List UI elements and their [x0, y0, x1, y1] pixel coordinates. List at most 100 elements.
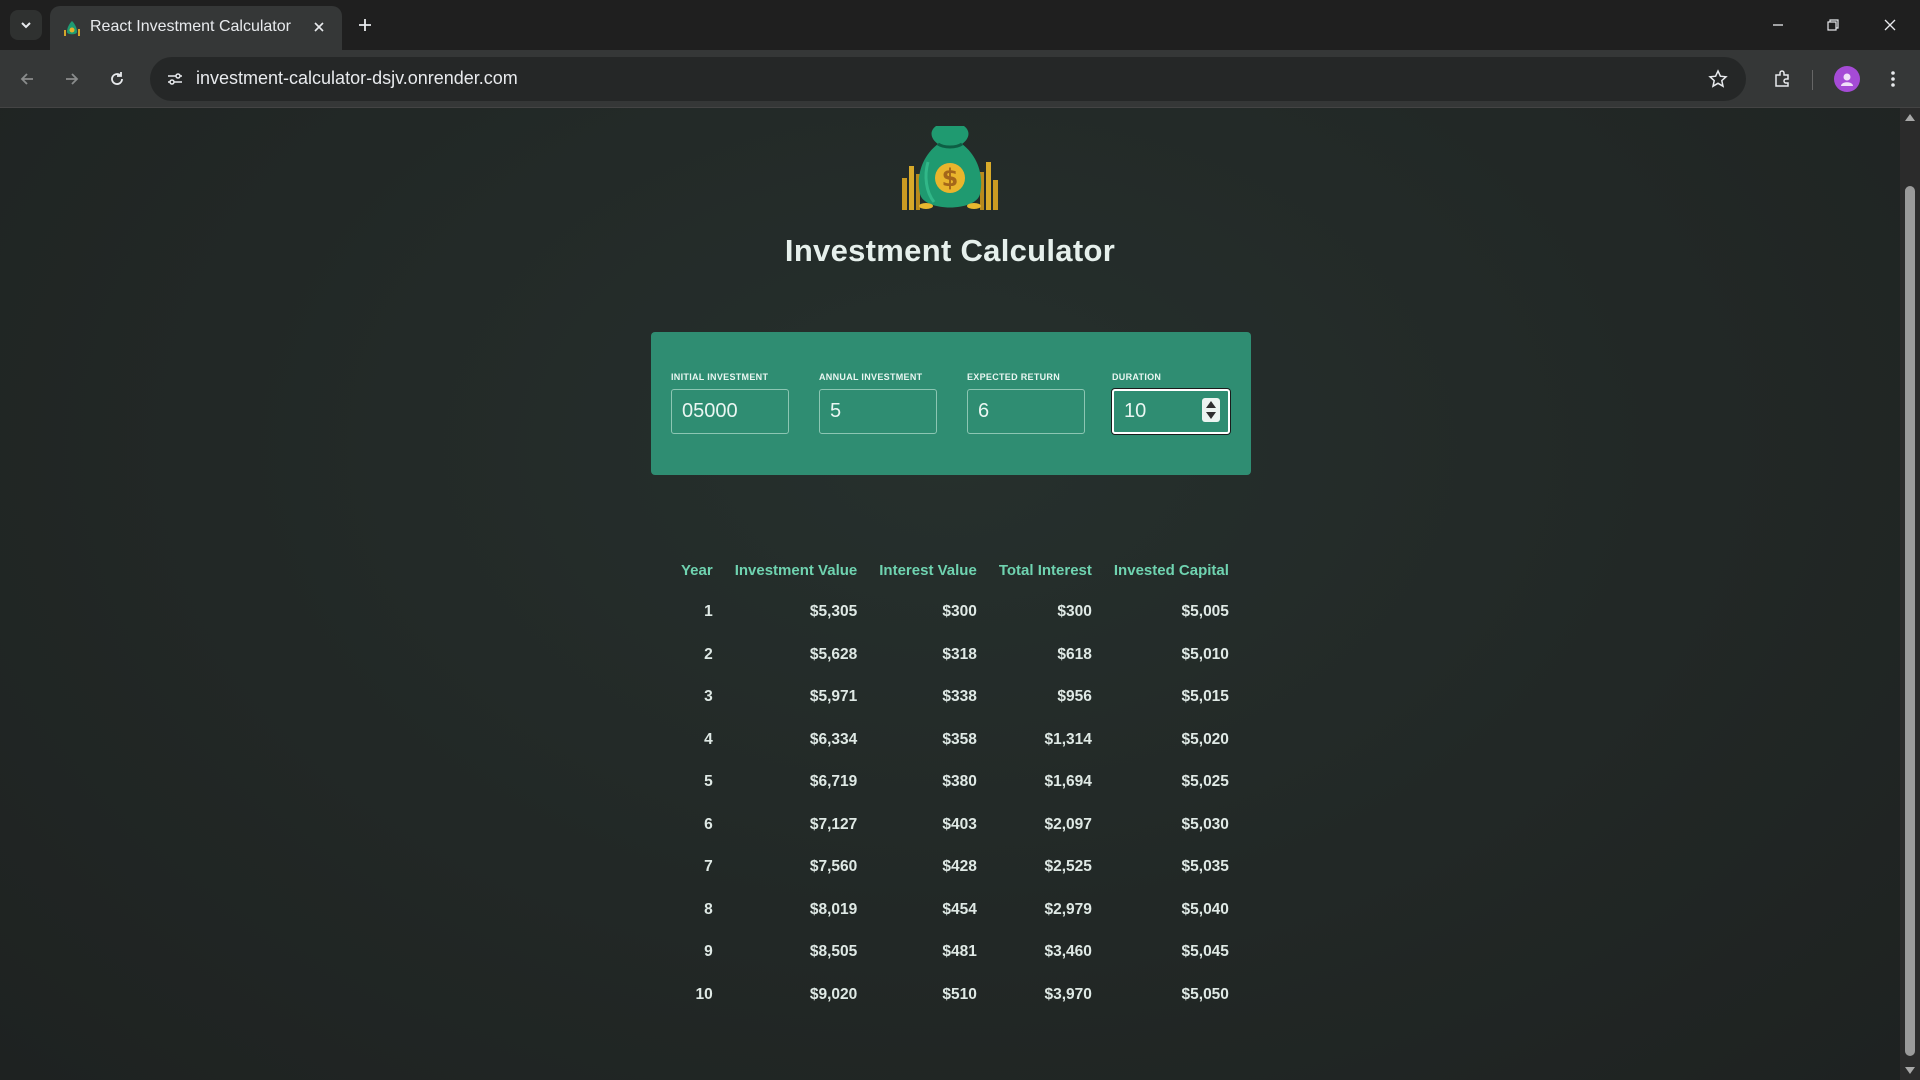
- interest-value-cell: $403: [942, 815, 977, 833]
- money-bag-icon: $: [902, 126, 998, 210]
- invested-capital-cell: $5,025: [1181, 773, 1229, 791]
- minimize-icon: [1773, 24, 1783, 26]
- invested-capital-cell: $5,015: [1181, 688, 1229, 706]
- table-row: 1 $5,305 $300 $300 $5,005: [670, 591, 1240, 634]
- scroll-down-arrow-icon[interactable]: [1905, 1067, 1915, 1074]
- year-cell: 9: [704, 943, 713, 961]
- site-info-button[interactable]: [160, 64, 190, 94]
- invested-capital-cell: $5,005: [1181, 603, 1229, 621]
- invested-capital-cell: $5,010: [1181, 645, 1229, 663]
- initial-investment-label: INITIAL INVESTMENT: [671, 372, 769, 382]
- total-interest-cell: $1,314: [1044, 730, 1092, 748]
- url-text[interactable]: investment-calculator-dsjv.onrender.com: [196, 68, 518, 89]
- total-interest-cell: $2,525: [1044, 858, 1092, 876]
- interest-value-cell: $481: [942, 943, 977, 961]
- total-interest-cell: $3,970: [1044, 985, 1092, 1003]
- restore-button[interactable]: [1813, 8, 1853, 42]
- header-interest-value: Interest Value: [879, 561, 977, 579]
- expected-return-group: EXPECTED RETURN: [967, 372, 1085, 434]
- duration-group: DURATION: [1112, 372, 1230, 434]
- scroll-thumb[interactable]: [1905, 186, 1915, 1056]
- new-tab-button[interactable]: [350, 10, 380, 40]
- tune-icon: [168, 73, 182, 85]
- total-interest-cell: $3,460: [1044, 943, 1092, 961]
- active-tab[interactable]: React Investment Calculator: [50, 6, 342, 50]
- scroll-up-arrow-icon[interactable]: [1905, 114, 1915, 121]
- invested-capital-cell: $5,030: [1181, 815, 1229, 833]
- table-row: 5 $6,719 $380 $1,694 $5,025: [670, 761, 1240, 804]
- table-row: 10 $9,020 $510 $3,970 $5,050: [670, 974, 1240, 1017]
- initial-investment-input[interactable]: [671, 389, 789, 434]
- stepper-up-icon[interactable]: [1206, 401, 1216, 408]
- browser-toolbar: investment-calculator-dsjv.onrender.com: [0, 50, 1920, 108]
- investment-value-cell: $6,719: [809, 773, 858, 791]
- invested-capital-cell: $5,035: [1181, 858, 1229, 876]
- interest-value-cell: $380: [942, 773, 977, 791]
- toolbar-divider: [1812, 70, 1813, 90]
- annual-investment-input[interactable]: [819, 389, 937, 434]
- table-row: 8 $8,019 $454 $2,979 $5,040: [670, 889, 1240, 932]
- year-cell: 7: [704, 858, 713, 876]
- chevron-down-icon: [21, 22, 31, 29]
- close-window-button[interactable]: [1870, 8, 1910, 42]
- bookmark-button[interactable]: [1704, 65, 1732, 93]
- header-year: Year: [681, 561, 713, 579]
- interest-value-cell: $300: [942, 603, 977, 621]
- arrow-left-icon: [20, 73, 33, 85]
- interest-value-cell: $338: [942, 688, 977, 706]
- close-icon: [314, 22, 324, 32]
- duration-stepper[interactable]: [1202, 398, 1220, 422]
- investment-value-cell: $7,560: [809, 858, 858, 876]
- total-interest-cell: $2,097: [1044, 815, 1092, 833]
- browser-tab-bar: React Investment Calculator: [0, 0, 1920, 50]
- page-scrollbar[interactable]: [1900, 108, 1920, 1080]
- interest-value-cell: $428: [942, 858, 977, 876]
- money-bag-favicon-icon: [64, 21, 80, 36]
- invested-capital-cell: $5,020: [1181, 730, 1229, 748]
- address-bar[interactable]: investment-calculator-dsjv.onrender.com: [150, 57, 1746, 101]
- reload-button[interactable]: [100, 62, 134, 96]
- stepper-down-icon[interactable]: [1206, 412, 1216, 419]
- tab-search-button[interactable]: [10, 10, 42, 40]
- puzzle-icon: [1775, 70, 1789, 87]
- profile-avatar[interactable]: [1834, 66, 1860, 92]
- year-cell: 6: [704, 815, 713, 833]
- restore-icon: [1827, 19, 1839, 31]
- results-table: Year Investment Value Interest Value Tot…: [670, 549, 1240, 1016]
- year-cell: 10: [695, 985, 713, 1003]
- extensions-button[interactable]: [1765, 62, 1799, 96]
- invested-capital-cell: $5,040: [1181, 900, 1229, 918]
- plus-icon: [359, 19, 371, 31]
- table-row: 4 $6,334 $358 $1,314 $5,020: [670, 719, 1240, 762]
- table-row: 9 $8,505 $481 $3,460 $5,045: [670, 931, 1240, 974]
- page-viewport: $ Investment Calculator INITIAL INVESTME…: [0, 108, 1900, 1080]
- header-total-interest: Total Interest: [998, 561, 1092, 579]
- investment-value-cell: $8,505: [809, 943, 858, 961]
- close-tab-button[interactable]: [308, 16, 330, 38]
- browser-menu-button[interactable]: [1876, 62, 1910, 96]
- initial-investment-group: INITIAL INVESTMENT: [671, 372, 789, 434]
- total-interest-cell: $2,979: [1044, 900, 1092, 918]
- more-vertical-icon: [1891, 71, 1895, 87]
- interest-value-cell: $318: [942, 645, 977, 663]
- invested-capital-cell: $5,050: [1181, 985, 1229, 1003]
- header-invested-capital: Invested Capital: [1113, 561, 1229, 579]
- back-button[interactable]: [10, 62, 44, 96]
- table-row: 2 $5,628 $318 $618 $5,010: [670, 634, 1240, 677]
- year-cell: 4: [704, 730, 713, 748]
- annual-investment-group: ANNUAL INVESTMENT: [819, 372, 937, 434]
- forward-button[interactable]: [55, 62, 89, 96]
- input-panel: INITIAL INVESTMENT ANNUAL INVESTMENT EXP…: [651, 332, 1251, 475]
- table-row: 3 $5,971 $338 $956 $5,015: [670, 676, 1240, 719]
- investment-value-cell: $5,971: [809, 688, 858, 706]
- year-cell: 3: [704, 688, 713, 706]
- header-investment-value: Investment Value: [734, 561, 858, 579]
- reload-icon: [111, 72, 123, 85]
- invested-capital-cell: $5,045: [1181, 943, 1229, 961]
- total-interest-cell: $1,694: [1044, 773, 1092, 791]
- expected-return-input[interactable]: [967, 389, 1085, 434]
- close-window-icon: [1884, 19, 1896, 31]
- minimize-button[interactable]: [1758, 8, 1798, 42]
- year-cell: 8: [704, 900, 713, 918]
- expected-return-label: EXPECTED RETURN: [967, 372, 1061, 382]
